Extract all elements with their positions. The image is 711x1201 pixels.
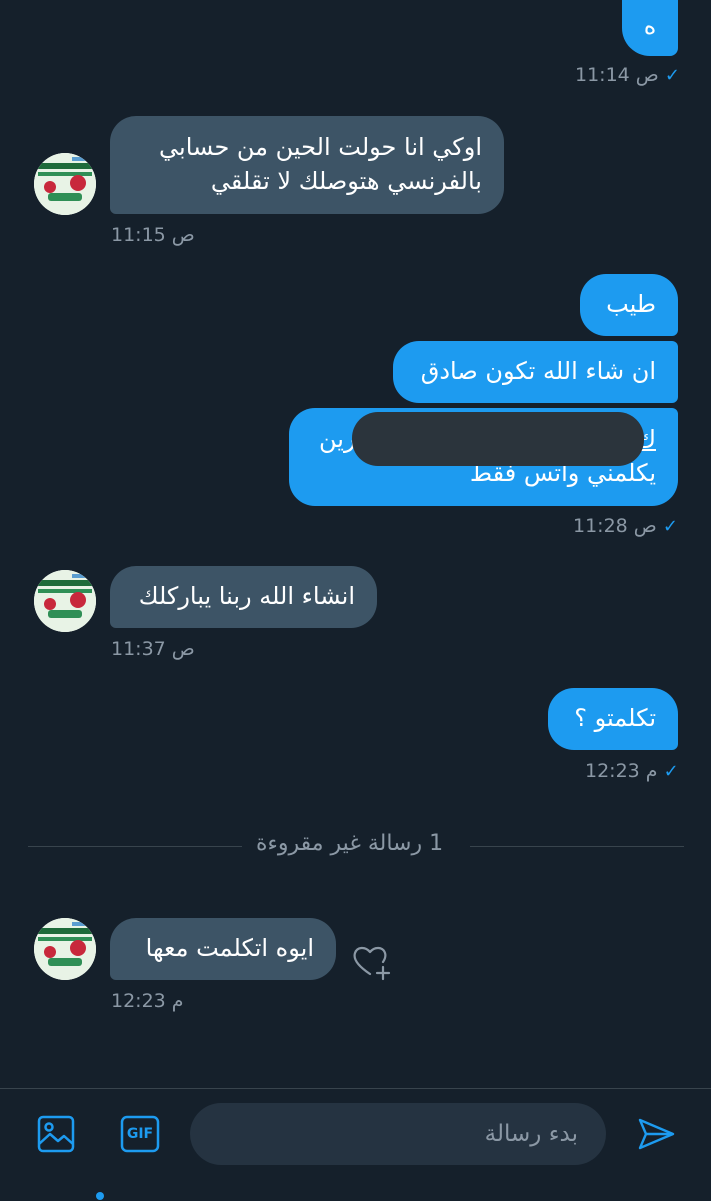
- divider-line: [28, 846, 242, 847]
- message-text-line: اوكي انا حولت الحين من حسابي: [159, 133, 482, 161]
- message-timestamp: 12:23 م: [111, 990, 184, 1012]
- incoming-message-bubble[interactable]: اوكي انا حولت الحين من حسابي بالفرنسي هت…: [110, 116, 504, 214]
- message-timestamp: 11:28 ص ✓: [573, 515, 678, 537]
- unread-divider-label: 1 رسالة غير مقروءة: [256, 831, 444, 856]
- message-timestamp: 12:23 م ✓: [585, 760, 679, 782]
- check-icon: ✓: [663, 761, 679, 782]
- message-timestamp: 11:37 ص: [111, 638, 195, 660]
- message-text: ايوه اتكلمت معها: [145, 934, 314, 962]
- gif-icon[interactable]: GIF: [120, 1115, 160, 1153]
- message-input[interactable]: بدء رسالة: [190, 1103, 606, 1165]
- check-icon: ✓: [664, 65, 680, 86]
- message-timestamp: 11:14 ص ✓: [575, 64, 680, 86]
- redaction-overlay: [352, 412, 644, 466]
- message-text-line: بالفرنسي هتوصلك لا تقلقي: [210, 167, 482, 195]
- message-text: ه: [643, 12, 657, 40]
- outgoing-message-bubble[interactable]: ان شاء الله تكون صادق: [393, 341, 678, 403]
- outgoing-message-bubble[interactable]: تكلمتو ؟: [548, 688, 678, 750]
- message-text: تكلمتو ؟: [574, 704, 656, 732]
- avatar[interactable]: [34, 570, 96, 632]
- divider-line: [470, 846, 684, 847]
- message-input-placeholder: بدء رسالة: [484, 1121, 578, 1147]
- outgoing-message-bubble[interactable]: ه: [622, 0, 678, 56]
- check-icon: ✓: [662, 516, 678, 537]
- heart-plus-icon[interactable]: [350, 940, 394, 984]
- message-text: انشاء الله ربنا يباركلك: [138, 582, 355, 610]
- incoming-message-bubble[interactable]: انشاء الله ربنا يباركلك: [110, 566, 377, 628]
- avatar[interactable]: [34, 153, 96, 215]
- image-icon[interactable]: [36, 1114, 76, 1154]
- message-text: ان شاء الله تكون صادق: [420, 357, 656, 385]
- home-indicator-dot: [96, 1192, 104, 1200]
- message-text: طيب: [606, 290, 656, 318]
- send-icon[interactable]: [636, 1114, 676, 1154]
- message-timestamp: 11:15 ص: [111, 224, 195, 246]
- incoming-message-bubble[interactable]: ايوه اتكلمت معها: [110, 918, 336, 980]
- gif-label: GIF: [126, 1126, 154, 1142]
- avatar[interactable]: [34, 918, 96, 980]
- outgoing-message-bubble[interactable]: طيب: [580, 274, 678, 336]
